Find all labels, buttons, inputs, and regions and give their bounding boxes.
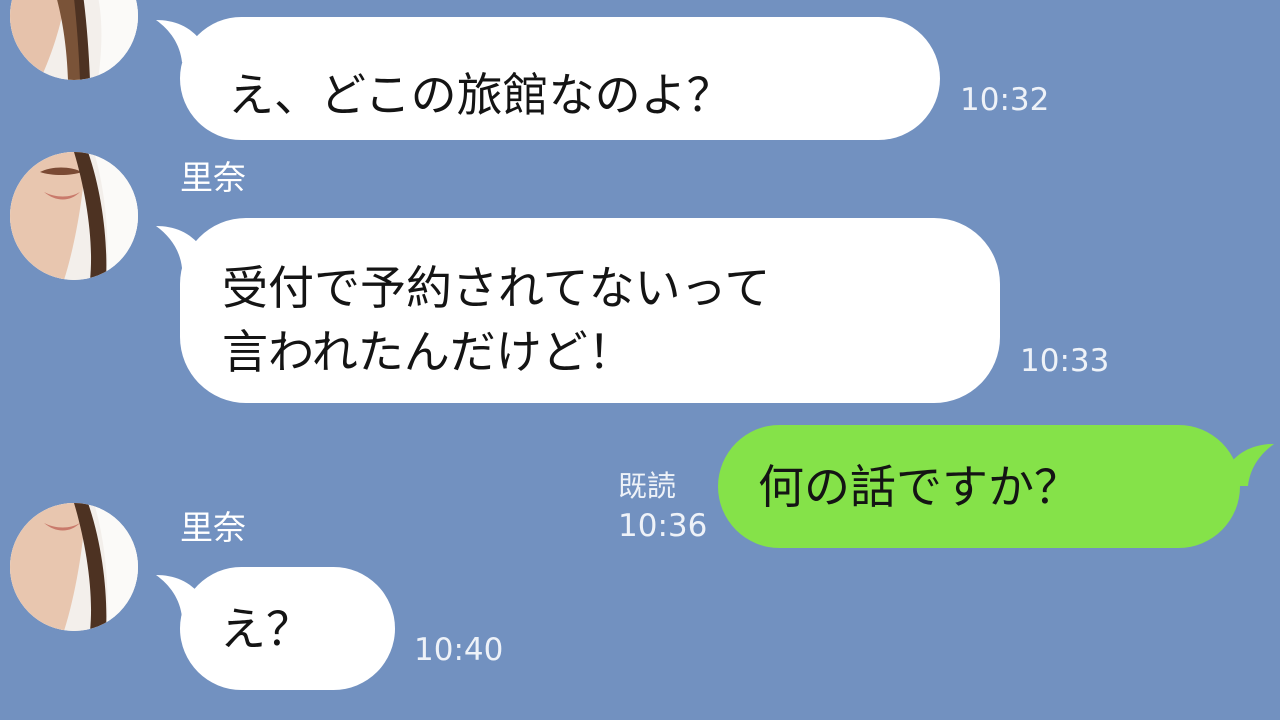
read-receipt: 既読: [618, 469, 677, 503]
contact-avatar[interactable]: [10, 0, 138, 80]
message-time: 10:32: [960, 82, 1050, 118]
avatar-photo: [10, 503, 138, 631]
message-time: 10:40: [414, 632, 504, 668]
message-bubble-3[interactable]: 何の話ですか？: [718, 425, 1240, 548]
message-bubble-4[interactable]: え？: [180, 567, 395, 690]
message-text: 何の話ですか？: [758, 460, 1080, 514]
bubble-tail: [156, 20, 202, 62]
message-text: え、どこの旅館なのよ？: [228, 68, 733, 122]
bubble-tail: [1228, 444, 1274, 486]
contact-name: 里奈: [180, 158, 246, 197]
bubble-tail: [156, 575, 202, 617]
contact-avatar[interactable]: [10, 503, 138, 631]
message-bubble-2[interactable]: 受付で予約されてないって 言われたんだけど！: [180, 218, 1000, 403]
avatar-photo: [10, 0, 138, 80]
message-time: 10:33: [1020, 343, 1110, 379]
contact-name: 里奈: [180, 508, 246, 547]
message-text: え？: [220, 602, 312, 656]
message-bubble-1[interactable]: え、どこの旅館なのよ？: [180, 17, 940, 140]
message-text-line-2: 言われたんだけど！: [222, 325, 634, 379]
avatar-photo: [10, 152, 138, 280]
message-time: 10:36: [618, 508, 708, 544]
bubble-tail: [156, 226, 202, 268]
contact-avatar[interactable]: [10, 152, 138, 280]
message-text-line-1: 受付で予約されてないって: [222, 261, 771, 315]
